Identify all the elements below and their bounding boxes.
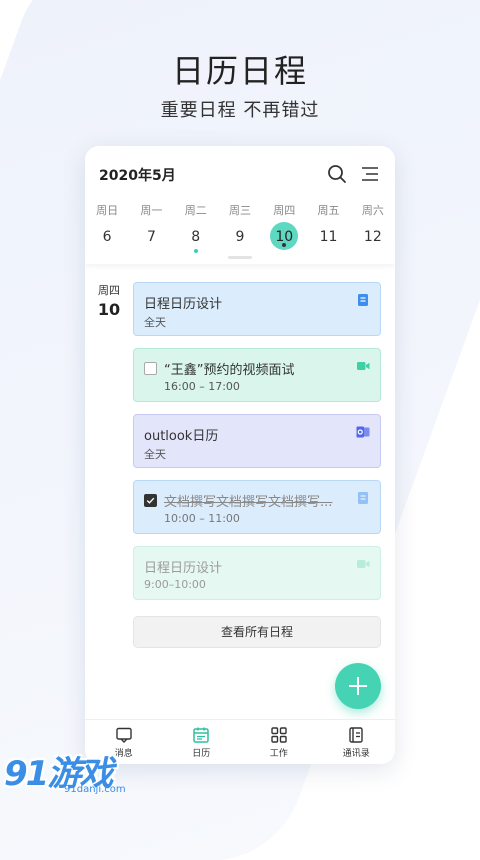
tab-label: 日历	[192, 749, 211, 759]
menu-icon[interactable]	[360, 164, 380, 184]
tab-contacts[interactable]: 通讯录	[318, 720, 396, 764]
event-time: 全天	[144, 448, 166, 461]
search-icon[interactable]	[327, 164, 347, 184]
weekday-label: 周二	[184, 204, 207, 217]
phone-frame: 2020年5月 周日 周一 周二 周三 周四 周五 周六 6 7 8 9 10 …	[85, 146, 395, 764]
date-number: 10	[275, 229, 294, 245]
date-cell[interactable]: 12	[351, 226, 395, 254]
month-label[interactable]: 2020年5月	[99, 165, 176, 185]
day-weekday: 周四	[98, 284, 120, 297]
event-card[interactable]: 日程日历设计 9:00–10:00	[133, 546, 381, 600]
contacts-icon	[349, 727, 363, 743]
event-card[interactable]: 文档撰写文档撰写文档撰写... 10:00 – 11:00	[133, 480, 381, 534]
outlook-icon	[356, 426, 370, 438]
event-time: 全天	[144, 316, 166, 329]
note-icon	[358, 294, 368, 306]
watermark-url: 91danji.com	[64, 784, 126, 795]
event-checkbox[interactable]	[144, 362, 157, 375]
date-cell[interactable]: 6	[85, 226, 129, 254]
event-time: 10:00 – 11:00	[164, 512, 240, 525]
video-icon	[357, 362, 370, 370]
event-card[interactable]: “王鑫”预约的视频面试 16:00 – 17:00	[133, 348, 381, 402]
calendar-icon	[193, 727, 209, 743]
date-cell[interactable]: 9	[218, 226, 262, 254]
day-number: 10	[97, 300, 121, 319]
hero-title: 日历日程	[171, 52, 308, 90]
check-icon	[146, 497, 155, 504]
weekday-label: 周一	[140, 204, 163, 217]
hero-subtitle: 重要日程 不再错过	[160, 100, 320, 121]
weekday-row: 周日 周一 周二 周三 周四 周五 周六	[85, 202, 395, 218]
weekday-label: 周四	[273, 204, 296, 217]
date-number: 9	[235, 229, 245, 245]
view-all-schedule-button[interactable]: 查看所有日程	[133, 616, 381, 648]
add-event-button[interactable]	[335, 663, 381, 709]
event-time: 9:00–10:00	[144, 578, 206, 591]
day-heading: 周四 10	[95, 282, 123, 319]
date-row: 6 7 8 9 10 11 12	[85, 222, 395, 254]
tab-label: 通讯录	[342, 749, 370, 759]
date-number: 12	[363, 229, 382, 245]
weekday-label: 周三	[228, 204, 251, 217]
event-title: 日程日历设计	[144, 297, 223, 312]
date-cell[interactable]: 11	[306, 226, 350, 254]
event-card[interactable]: 日程日历设计 全天	[133, 282, 381, 336]
event-title: 日程日历设计	[144, 561, 223, 576]
date-number: 11	[319, 229, 338, 245]
event-checkbox-checked[interactable]	[144, 494, 157, 507]
event-title: outlook日历	[144, 429, 219, 444]
weekday-label: 周五	[317, 204, 340, 217]
date-cell[interactable]: 8	[174, 226, 218, 254]
expand-handle[interactable]	[228, 256, 252, 259]
note-icon	[358, 492, 368, 504]
date-cell[interactable]: 7	[129, 226, 173, 254]
tab-label: 工作	[269, 749, 288, 759]
event-time: 16:00 – 17:00	[164, 380, 240, 393]
weekday-label: 周六	[361, 204, 384, 217]
event-card[interactable]: outlook日历 全天	[133, 414, 381, 468]
weekday-label: 周日	[96, 204, 119, 217]
video-icon	[357, 560, 370, 568]
tab-work[interactable]: 工作	[240, 720, 318, 764]
grid-icon	[271, 727, 287, 743]
event-title: 文档撰写文档撰写文档撰写...	[164, 495, 333, 510]
tab-calendar[interactable]: 日历	[163, 720, 241, 764]
date-number: 6	[102, 229, 112, 245]
date-cell-selected[interactable]: 10	[262, 222, 306, 254]
date-number: 7	[146, 229, 156, 245]
event-title: “王鑫”预约的视频面试	[164, 363, 295, 378]
site-watermark: 91游戏 91danji.com	[0, 742, 160, 798]
event-dot	[193, 249, 198, 253]
calendar-header: 2020年5月 周日 周一 周二 周三 周四 周五 周六 6 7 8 9 10 …	[85, 146, 395, 264]
